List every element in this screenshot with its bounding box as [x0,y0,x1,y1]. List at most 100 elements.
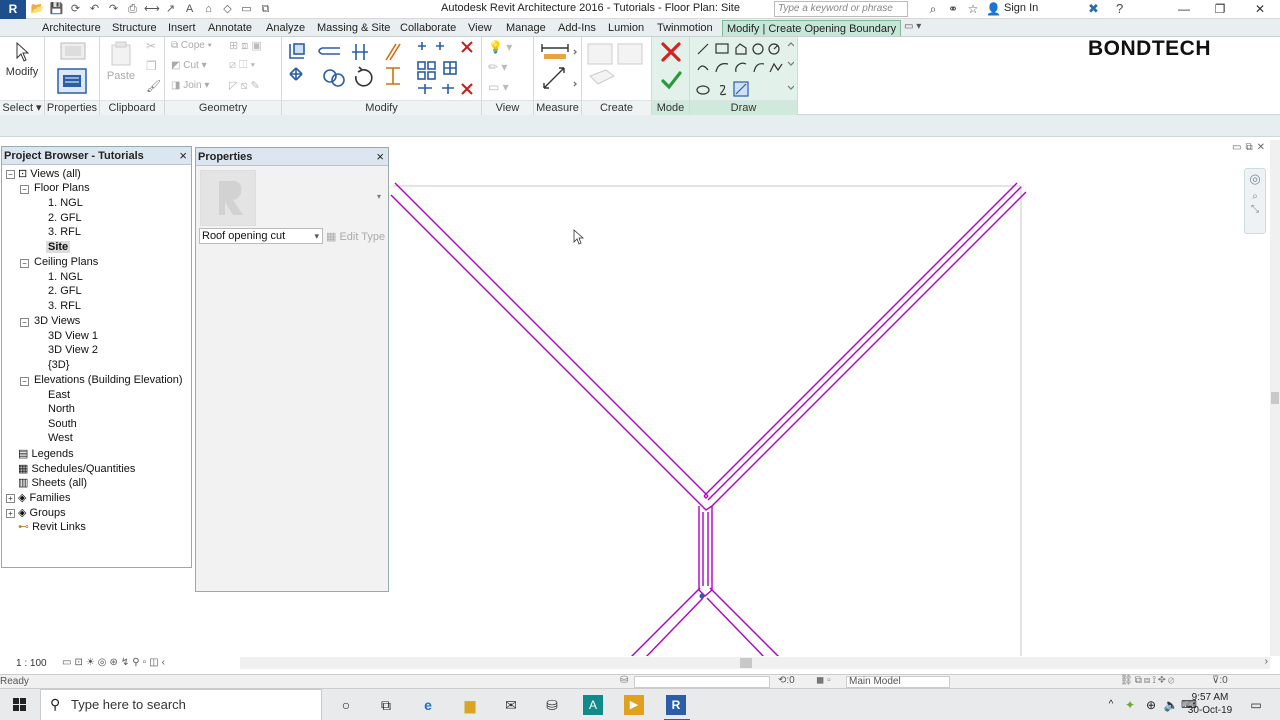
horizontal-scroll-thumb[interactable] [740,658,752,668]
measure-icons[interactable] [538,40,578,96]
tree-node-revit-links[interactable]: ⊷ Revit Links [18,520,86,533]
tree-node-families[interactable]: ◈ Families [18,491,70,504]
mail-icon[interactable]: ✉ [501,695,521,715]
zoom-icon[interactable]: ⌕ [1245,191,1265,202]
tree-node-site-selected[interactable]: Site [46,241,71,253]
tree-node-elevation-north[interactable]: North [48,403,75,415]
subscription-icon[interactable]: ⚭ [946,1,960,17]
workset-dropdown[interactable] [634,676,770,688]
zoom-dropdown-icon[interactable]: ⤡ [1245,204,1265,215]
tab-twinmotion[interactable]: Twinmotion [653,20,717,36]
user-icon[interactable]: 👤 [986,1,1001,17]
undo-icon[interactable]: ↶ [87,2,102,17]
vertical-scrollbar[interactable] [1270,140,1280,656]
tree-node-elevation-west[interactable]: West [48,432,73,444]
wall-joins-icon[interactable]: ⊞ ⧈ ▣ [229,39,262,53]
tree-node-3d-views[interactable]: 3D Views [34,315,80,327]
tab-annotate[interactable]: Annotate [204,20,256,36]
open-icon[interactable]: 📂 [30,2,45,17]
exchange-apps-icon[interactable]: ✖ [1088,1,1099,17]
file-explorer-icon[interactable]: ▆ [460,695,480,715]
tree-node-floor-plans[interactable]: Floor Plans [34,182,90,194]
steering-wheel-icon[interactable]: ◎ [1245,171,1265,187]
volume-icon[interactable]: 🔈 [1163,689,1179,720]
tab-massing-site[interactable]: Massing & Site [313,20,394,36]
properties-close-button[interactable]: × [376,148,384,166]
cortana-icon[interactable]: ○ [336,695,356,715]
tree-toggle[interactable]: + [6,494,15,503]
linework-icon[interactable]: ▭ ▾ [488,80,509,94]
tree-node-elevation-south[interactable]: South [48,418,77,430]
antivirus-icon[interactable]: ✦ [1122,689,1138,720]
tree-node-3d-default[interactable]: {3D} [48,359,69,371]
tree-node-ceiling-rfl[interactable]: 3. RFL [48,300,81,312]
tab-insert[interactable]: Insert [164,20,200,36]
sketch-line-lower-right-inner[interactable] [706,597,765,656]
help-search-input[interactable]: Type a keyword or phrase [774,1,908,17]
view-close-icon[interactable]: ✕ [1257,142,1265,153]
redo-icon[interactable]: ↷ [106,2,121,17]
revit-taskbar-icon[interactable]: R [666,695,686,715]
vertical-scroll-thumb[interactable] [1271,392,1279,404]
tree-toggle[interactable]: − [20,377,29,386]
tree-toggle[interactable]: − [20,185,29,194]
hide-lightbulb-icon[interactable]: 💡 ▾ [488,40,512,54]
override-graphics-icon[interactable]: ✏ ▾ [488,60,507,74]
3d-view-icon[interactable]: ⌂ [201,2,216,17]
properties-panel-label[interactable]: Properties [45,100,99,115]
join-button[interactable]: ◨ Join ▾ [171,80,209,91]
tab-structure[interactable]: Structure [108,20,161,36]
copy-icon[interactable]: ❐ [146,59,157,73]
sketch-line-left-outer[interactable] [394,182,709,497]
view-minimize-icon[interactable]: ▭ [1232,142,1241,153]
tree-node-3d-view-2[interactable]: 3D View 2 [48,344,98,356]
taskbar-search-input[interactable]: Type here to search [40,689,322,720]
tree-node-elevation-east[interactable]: East [48,389,70,401]
design-options-icon[interactable]: ◼ ▫ [816,675,831,686]
paint-icon[interactable]: ◸ ⧅ ✎ [229,79,260,93]
cancel-edit-mode-icon[interactable] [660,41,682,63]
view-control-icons[interactable]: ▭⊡☀◎⊛↯⚲▫◫‹ [62,657,168,668]
close-button[interactable]: ✕ [1240,0,1280,19]
view-scale[interactable]: 1 : 100 [16,658,47,669]
tab-add-ins[interactable]: Add-Ins [554,20,600,36]
tree-node-ceiling-gfl[interactable]: 2. GFL [48,285,82,297]
tree-node-schedules[interactable]: ▦ Schedules/Quantities [18,462,135,475]
tree-node-ceiling-ngl[interactable]: 1. NGL [48,271,83,283]
close-hidden-icon[interactable]: ▭ [239,2,254,17]
drawing-area[interactable] [390,140,1270,656]
sync-icon[interactable]: ⟳ [68,2,83,17]
edit-type-button[interactable]: ▦ Edit Type [326,230,385,243]
split-face-icon[interactable]: ⧄ ◫ ▾ [229,59,255,72]
select-dropdown[interactable]: Select ▾ [0,100,44,115]
start-button[interactable] [0,689,40,720]
tree-node-3d-view-1[interactable]: 3D View 1 [48,330,98,342]
clock[interactable]: 9:57 AM 30-Oct-19 [1186,689,1234,720]
modify-tools-icons[interactable] [286,40,476,100]
minimize-button[interactable]: — [1164,0,1204,19]
tree-toggle[interactable]: − [6,170,15,179]
edge-browser-icon[interactable]: e [418,695,438,715]
cut-geometry-button[interactable]: ◩ Cut ▾ [171,60,207,71]
match-properties-icon[interactable]: 🖌 [146,79,161,93]
favorites-icon[interactable]: ☆ [966,1,980,17]
binoculars-icon[interactable]: ⌕ [926,1,940,17]
notifications-icon[interactable]: ▭ [1246,689,1266,720]
tree-node-views-all[interactable]: ⊡ Views (all) [18,167,81,180]
tree-node-ceiling-plans[interactable]: Ceiling Plans [34,256,98,268]
measure-icon[interactable]: ⟷ [144,2,160,17]
tree-node-floor-plan-ngl[interactable]: 1. NGL [48,197,83,209]
store-icon[interactable]: ⛁ [542,695,562,715]
paste-button[interactable]: Paste [104,41,138,82]
tree-toggle[interactable]: + [6,509,15,518]
finish-edit-mode-icon[interactable] [660,69,682,91]
tray-chevron-icon[interactable]: ^ [1104,689,1118,720]
autocad-icon[interactable]: A [583,695,603,715]
type-selector-dropdown[interactable]: Roof opening cut ▾ [199,228,323,244]
task-view-icon[interactable]: ⧉ [376,695,396,715]
tab-lumion[interactable]: Lumion [604,20,648,36]
scroll-right-icon[interactable]: › [1265,656,1268,667]
sketch-line-lower-left-outer[interactable] [630,587,701,656]
ribbon-toggle-icon[interactable]: ▭ ▾ [904,21,921,32]
sketch-line-right-middle[interactable] [707,186,1022,501]
